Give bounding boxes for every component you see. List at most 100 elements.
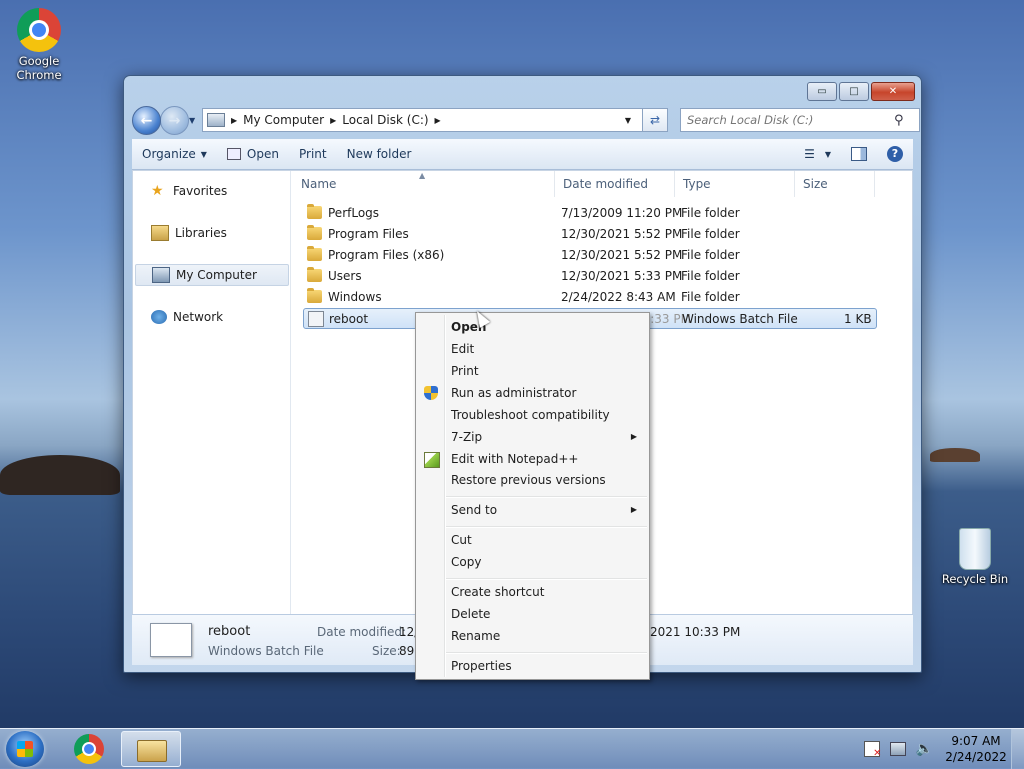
back-arrow-icon: ← <box>140 112 153 129</box>
new-folder-button[interactable]: New folder <box>337 147 422 161</box>
menu-item-rename[interactable]: Rename <box>418 626 647 646</box>
clock[interactable]: 9:07 AM 2/24/2022 <box>941 733 1011 765</box>
clock-time: 9:07 AM <box>951 734 1001 748</box>
menu-separator <box>446 526 647 528</box>
navigation-pane: ★ Favorites Libraries My Computer Networ… <box>133 171 291 614</box>
search-icon[interactable]: ⚲ <box>894 113 904 128</box>
details-size-value: 89 <box>399 644 415 658</box>
taskbar-explorer-button[interactable] <box>121 731 181 767</box>
breadcrumb-local-disk[interactable]: Local Disk (C:) <box>342 113 428 127</box>
file-thumbnail-icon <box>150 623 192 657</box>
refresh-button[interactable]: ⇄ <box>642 108 668 132</box>
chevron-down-icon: ▼ <box>200 149 207 159</box>
close-button[interactable]: ✕ <box>871 82 915 101</box>
folder-icon <box>307 246 322 261</box>
forward-arrow-icon: → <box>168 112 181 129</box>
menu-item-restore[interactable]: Restore previous versions <box>418 470 647 490</box>
folder-icon <box>307 288 322 303</box>
file-row[interactable]: Windows 2/24/2022 8:43 AM File folder <box>303 287 877 308</box>
back-button[interactable]: ← <box>132 106 161 135</box>
breadcrumb-my-computer[interactable]: My Computer <box>243 113 324 127</box>
column-label: Name <box>301 177 337 191</box>
menu-item-7zip[interactable]: 7-Zip ▶ <box>418 427 647 447</box>
print-button[interactable]: Print <box>289 147 337 161</box>
breadcrumb-separator-icon: ▶ <box>231 115 238 125</box>
nav-item-libraries[interactable]: Libraries <box>135 223 287 243</box>
details-file-type: Windows Batch File <box>208 644 324 658</box>
recent-pages-dropdown[interactable]: ▼ <box>189 116 195 125</box>
desktop-icon-label: Google Chrome <box>16 54 62 82</box>
explorer-icon <box>137 740 167 762</box>
column-header-name[interactable]: Name ▲ <box>293 171 555 197</box>
help-button[interactable]: ? <box>877 146 913 162</box>
menu-label: 7-Zip <box>451 430 483 444</box>
network-tray-icon[interactable] <box>889 742 906 756</box>
chrome-icon <box>17 8 61 52</box>
file-type: File folder <box>681 290 740 304</box>
menu-label: Print <box>451 364 479 378</box>
menu-label: Edit <box>451 342 475 356</box>
search-input[interactable] <box>681 112 894 128</box>
menu-label: Restore previous versions <box>451 473 606 487</box>
breadcrumb-separator-icon: ▶ <box>434 115 441 125</box>
start-button[interactable] <box>6 731 44 767</box>
menu-item-properties[interactable]: Properties <box>418 656 647 676</box>
address-dropdown-icon[interactable]: ▼ <box>625 116 631 125</box>
show-desktop-button[interactable] <box>1011 729 1024 769</box>
file-row[interactable]: Program Files (x86) 12/30/2021 5:52 PM F… <box>303 245 877 266</box>
column-header-size[interactable]: Size <box>795 171 875 197</box>
column-label: Type <box>683 177 711 191</box>
file-date: 12/30/2021 5:52 PM <box>561 248 683 262</box>
taskbar: ✕ 🔈 9:07 AM 2/24/2022 <box>0 728 1024 769</box>
nav-label: My Computer <box>176 268 257 282</box>
desktop-icon-recycle-bin[interactable]: Recycle Bin <box>940 528 1010 586</box>
notepadpp-icon <box>424 452 440 468</box>
menu-item-run-as-admin[interactable]: Run as administrator <box>418 383 647 403</box>
folder-icon <box>307 204 322 219</box>
menu-item-troubleshoot[interactable]: Troubleshoot compatibility <box>418 405 647 425</box>
nav-item-favorites[interactable]: ★ Favorites <box>135 181 287 201</box>
column-header-date[interactable]: Date modified <box>555 171 675 197</box>
file-row[interactable]: PerfLogs 7/13/2009 11:20 PM File folder <box>303 203 877 224</box>
menu-label: Copy <box>451 555 482 569</box>
menu-item-notepadpp[interactable]: Edit with Notepad++ <box>418 449 647 469</box>
breadcrumb-separator-icon: ▶ <box>330 115 337 125</box>
taskbar-chrome-button[interactable] <box>66 731 112 767</box>
file-name: Program Files (x86) <box>328 248 445 262</box>
file-name: reboot <box>329 312 369 326</box>
address-bar[interactable]: ▶ My Computer ▶ Local Disk (C:) ▶ ▼ <box>202 108 668 132</box>
desktop-icon-chrome[interactable]: Google Chrome <box>4 8 74 82</box>
nav-item-network[interactable]: Network <box>135 307 287 327</box>
minimize-button[interactable]: ▭ <box>807 82 837 101</box>
menu-item-cut[interactable]: Cut <box>418 530 647 550</box>
open-button[interactable]: Open <box>217 147 289 161</box>
change-view-button[interactable]: ☰ ▼ <box>794 147 841 161</box>
file-row[interactable]: Users 12/30/2021 5:33 PM File folder <box>303 266 877 287</box>
preview-pane-icon <box>851 147 867 161</box>
computer-icon <box>207 113 225 127</box>
column-header-type[interactable]: Type <box>675 171 795 197</box>
volume-icon[interactable]: 🔈 <box>916 741 933 757</box>
minimize-icon: ▭ <box>817 86 827 97</box>
preview-pane-button[interactable] <box>841 147 877 161</box>
menu-item-delete[interactable]: Delete <box>418 604 647 624</box>
menu-separator <box>446 496 647 498</box>
maximize-button[interactable]: □ <box>839 82 869 101</box>
refresh-icon: ⇄ <box>649 113 661 127</box>
menu-item-print[interactable]: Print <box>418 361 647 381</box>
menu-item-open[interactable]: Open <box>418 317 647 337</box>
menu-item-copy[interactable]: Copy <box>418 552 647 572</box>
menu-separator <box>446 578 647 580</box>
organize-button[interactable]: Organize ▼ <box>132 147 217 161</box>
menu-item-send-to[interactable]: Send to ▶ <box>418 500 647 520</box>
menu-item-create-shortcut[interactable]: Create shortcut <box>418 582 647 602</box>
network-icon <box>151 310 167 324</box>
file-row[interactable]: Program Files 12/30/2021 5:52 PM File fo… <box>303 224 877 245</box>
forward-button[interactable]: → <box>160 106 189 135</box>
nav-item-my-computer[interactable]: My Computer <box>135 264 289 286</box>
organize-label: Organize <box>142 147 196 161</box>
search-box: ⚲ <box>680 108 920 132</box>
action-center-icon[interactable]: ✕ <box>863 741 882 759</box>
submenu-arrow-icon: ▶ <box>630 432 637 441</box>
menu-item-edit[interactable]: Edit <box>418 339 647 359</box>
